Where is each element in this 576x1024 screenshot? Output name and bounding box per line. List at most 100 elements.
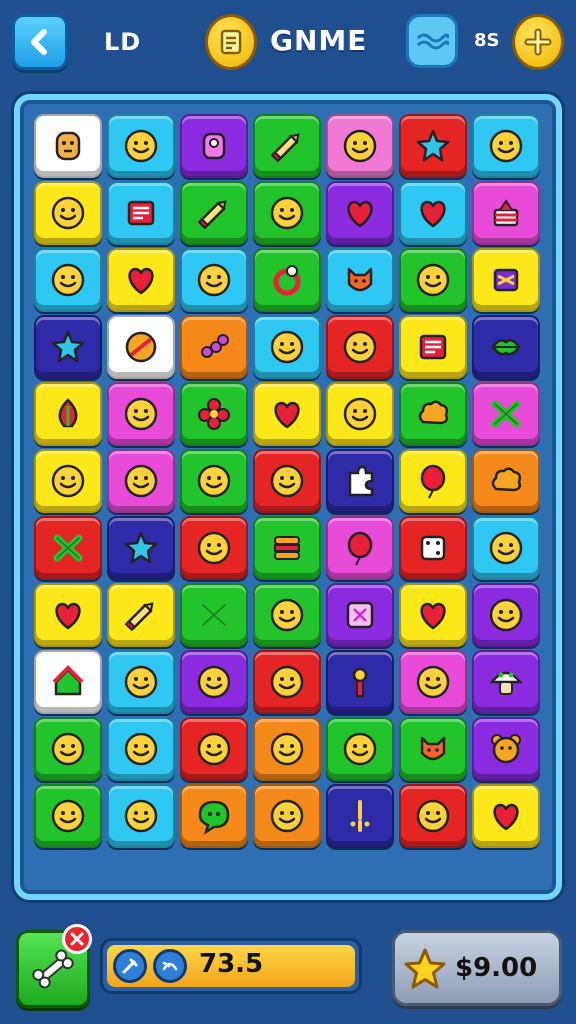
tile[interactable]: [472, 114, 540, 178]
tile[interactable]: [472, 583, 540, 647]
frame-icon: [346, 601, 374, 629]
tile[interactable]: [399, 717, 467, 781]
score-value: 73.5: [199, 949, 264, 979]
back-button[interactable]: [12, 14, 68, 70]
tile[interactable]: [180, 315, 248, 379]
money-button[interactable]: $9.00: [392, 930, 562, 1006]
tile[interactable]: [326, 181, 394, 245]
hammer-powerup-icon[interactable]: [113, 949, 147, 983]
add-button[interactable]: [512, 14, 564, 70]
tile[interactable]: [34, 650, 102, 714]
tile[interactable]: [326, 382, 394, 446]
tile[interactable]: [180, 784, 248, 848]
tile[interactable]: [180, 181, 248, 245]
tile[interactable]: [326, 449, 394, 513]
tile[interactable]: [253, 717, 321, 781]
tile[interactable]: [253, 114, 321, 178]
tile[interactable]: [326, 114, 394, 178]
tile[interactable]: [399, 248, 467, 312]
tile[interactable]: [472, 382, 540, 446]
tile[interactable]: [326, 315, 394, 379]
tile[interactable]: [34, 583, 102, 647]
tile[interactable]: [34, 516, 102, 580]
tile[interactable]: [107, 248, 175, 312]
tile[interactable]: [34, 114, 102, 178]
tile[interactable]: [253, 382, 321, 446]
tile[interactable]: [326, 516, 394, 580]
tile[interactable]: [180, 516, 248, 580]
tile[interactable]: [399, 516, 467, 580]
tile[interactable]: [34, 449, 102, 513]
tile[interactable]: [399, 449, 467, 513]
cross-icon: [491, 400, 521, 428]
tile[interactable]: [253, 784, 321, 848]
tile[interactable]: [253, 315, 321, 379]
tile[interactable]: [34, 315, 102, 379]
tile[interactable]: [326, 583, 394, 647]
smiley-icon: [124, 397, 158, 431]
tile[interactable]: [472, 181, 540, 245]
tile[interactable]: [253, 650, 321, 714]
tile[interactable]: [472, 784, 540, 848]
tile[interactable]: [34, 717, 102, 781]
coin-icon: [205, 14, 257, 70]
remove-badge[interactable]: [62, 924, 92, 954]
smiley-icon: [270, 330, 304, 364]
tile[interactable]: [34, 248, 102, 312]
tile[interactable]: [399, 784, 467, 848]
tile[interactable]: [253, 181, 321, 245]
tile[interactable]: [399, 382, 467, 446]
tile[interactable]: [180, 114, 248, 178]
tile[interactable]: [253, 583, 321, 647]
tile[interactable]: [472, 248, 540, 312]
tile[interactable]: [326, 650, 394, 714]
tile[interactable]: [472, 717, 540, 781]
tile[interactable]: [472, 315, 540, 379]
star-icon: [124, 531, 158, 564]
tile[interactable]: [399, 315, 467, 379]
tile[interactable]: [34, 181, 102, 245]
smiley-icon: [343, 129, 377, 163]
tile[interactable]: [34, 382, 102, 446]
tile[interactable]: [399, 181, 467, 245]
tile[interactable]: [107, 449, 175, 513]
star-icon: [51, 330, 85, 363]
tile[interactable]: [107, 784, 175, 848]
tile[interactable]: [107, 315, 175, 379]
smiley-icon: [489, 598, 523, 632]
tile[interactable]: [399, 114, 467, 178]
tile[interactable]: [180, 583, 248, 647]
smiley-icon: [197, 263, 231, 297]
tile[interactable]: [107, 114, 175, 178]
tile[interactable]: [253, 449, 321, 513]
smiley-icon: [343, 330, 377, 364]
pencil-icon: [270, 133, 300, 163]
shuffle-powerup-icon[interactable]: [153, 949, 187, 983]
tile[interactable]: [180, 650, 248, 714]
tile[interactable]: [107, 717, 175, 781]
plus-icon: [524, 28, 552, 56]
tile[interactable]: [180, 449, 248, 513]
tile[interactable]: [180, 248, 248, 312]
tile[interactable]: [107, 181, 175, 245]
pencil-icon: [124, 602, 154, 632]
tile[interactable]: [472, 516, 540, 580]
cloud-icon[interactable]: [406, 14, 458, 68]
tile[interactable]: [472, 449, 540, 513]
tile[interactable]: [180, 717, 248, 781]
tile[interactable]: [326, 717, 394, 781]
tile[interactable]: [107, 382, 175, 446]
tile[interactable]: [326, 248, 394, 312]
tile[interactable]: [399, 650, 467, 714]
tile[interactable]: [326, 784, 394, 848]
tile[interactable]: [180, 382, 248, 446]
tile[interactable]: [472, 650, 540, 714]
tile[interactable]: [399, 583, 467, 647]
tile[interactable]: [253, 516, 321, 580]
tile[interactable]: [107, 650, 175, 714]
tile[interactable]: [34, 784, 102, 848]
smiley-icon: [489, 129, 523, 163]
tile[interactable]: [253, 248, 321, 312]
tile[interactable]: [107, 516, 175, 580]
tile[interactable]: [107, 583, 175, 647]
